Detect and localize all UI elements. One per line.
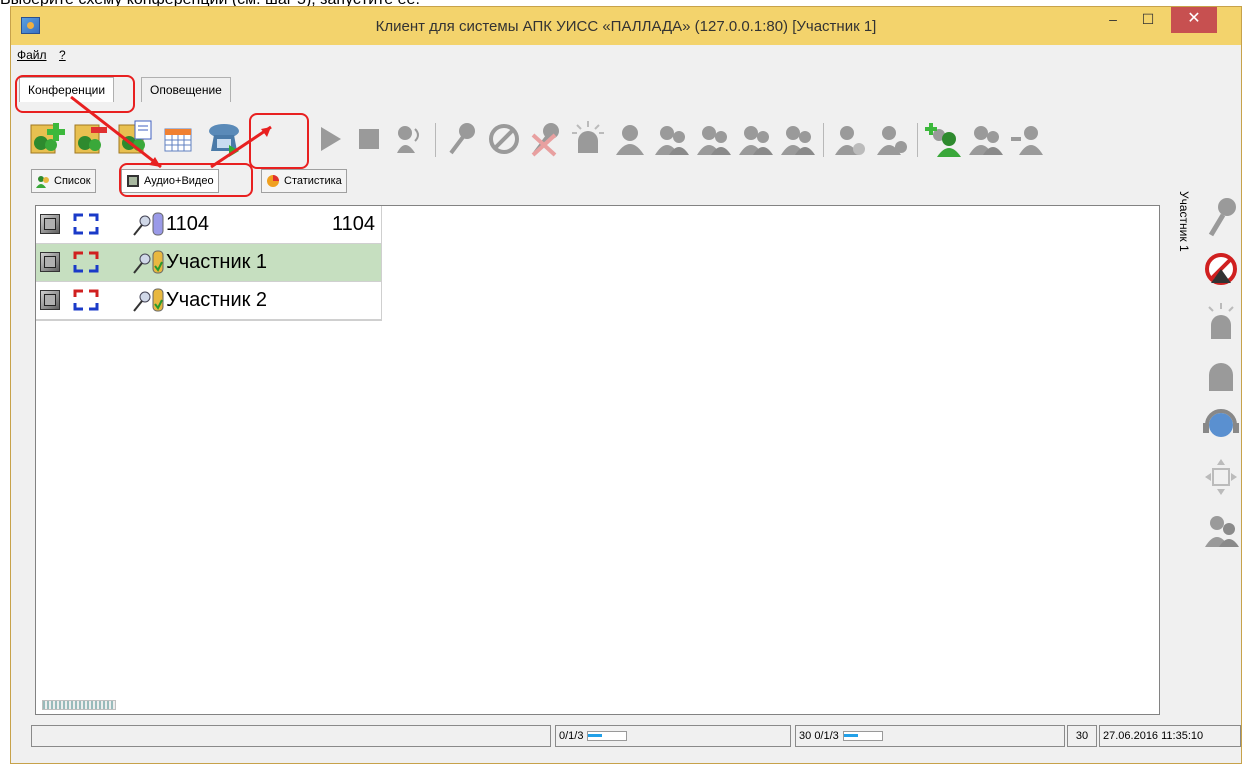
- mute-microphone-icon[interactable]: [527, 119, 565, 159]
- users-add-icon[interactable]: [695, 119, 733, 159]
- move-icon[interactable]: [1201, 455, 1241, 499]
- microphone-icon[interactable]: [132, 290, 152, 312]
- status-counter-2-text: 0/1/3: [814, 730, 839, 742]
- minimize-button[interactable]: –: [1098, 7, 1128, 33]
- add-conference-icon[interactable]: [27, 119, 65, 159]
- users-remove-icon[interactable]: [737, 119, 775, 159]
- stop-icon[interactable]: [351, 119, 389, 159]
- user-gray-icon[interactable]: [611, 119, 649, 159]
- table-row[interactable]: Участник 1: [36, 244, 381, 282]
- menu-file[interactable]: Файл: [17, 48, 47, 62]
- alarm-icon[interactable]: [1201, 299, 1241, 343]
- microphone-icon[interactable]: [132, 214, 152, 236]
- microphone-icon[interactable]: [132, 252, 152, 274]
- table-row[interactable]: Участник 2: [36, 282, 381, 320]
- user-active-icon[interactable]: [873, 119, 911, 159]
- horizontal-scrollbar[interactable]: [42, 700, 116, 710]
- menu-help[interactable]: ?: [59, 48, 66, 62]
- mute-icon[interactable]: [1201, 247, 1241, 291]
- participant-name: Участник 1: [166, 251, 268, 273]
- video-frame-icon: [73, 251, 99, 273]
- user-icon: [152, 288, 164, 312]
- video-toggle[interactable]: [40, 290, 60, 310]
- participants-icon[interactable]: [967, 119, 1005, 159]
- toolbar-separator: [435, 123, 436, 157]
- toolbar-separator: [917, 123, 918, 157]
- microphone-icon[interactable]: [1201, 195, 1241, 239]
- speaker-icon[interactable]: [391, 119, 429, 159]
- video-frame-icon: [73, 213, 99, 235]
- participant-number: 1104: [331, 213, 375, 235]
- app-window: Клиент для системы АПК УИСС «ПАЛЛАДА» (1…: [10, 6, 1242, 764]
- close-button[interactable]: ✕: [1171, 7, 1217, 33]
- users-icon: [36, 176, 49, 188]
- status-progress-2: [842, 731, 883, 742]
- maximize-button[interactable]: ☐: [1133, 7, 1163, 33]
- video-toggle[interactable]: [40, 252, 60, 272]
- users-cancel-icon[interactable]: [779, 119, 817, 159]
- status-bar: 0/1/3 30 0/1/3 30 27.06.2016 11:35:10: [31, 725, 1241, 751]
- status-value-1: 30: [799, 730, 812, 742]
- arrow-annotations: [70, 95, 272, 169]
- mute-all-icon[interactable]: [485, 119, 523, 159]
- title-bar: Клиент для системы АПК УИСС «ПАЛЛАДА» (1…: [11, 7, 1241, 45]
- participant-sidebar: Участник 1: [1165, 185, 1241, 715]
- sidebar-participant-label: Участник 1: [1177, 191, 1191, 252]
- user-gray-icon[interactable]: [1201, 351, 1241, 395]
- participant-name: Участник 2: [166, 289, 268, 311]
- status-counter-1-text: 0/1/3: [559, 730, 584, 742]
- remove-participant-icon[interactable]: [1009, 119, 1047, 159]
- play-icon[interactable]: [311, 119, 349, 159]
- window-title: Клиент для системы АПК УИСС «ПАЛЛАДА» (1…: [375, 18, 877, 35]
- status-datetime: 27.06.2016 11:35:10: [1099, 725, 1241, 747]
- user-icon: [152, 250, 164, 274]
- status-counter-2: 30 0/1/3: [795, 725, 1065, 747]
- participants-list: 1104 1104 Участник 1 Участник 2: [36, 206, 382, 321]
- status-value-2: 30: [1067, 725, 1097, 747]
- user-check-icon[interactable]: [831, 119, 869, 159]
- headset-icon[interactable]: [1201, 403, 1241, 447]
- user-icon: [152, 212, 164, 236]
- status-message: [31, 725, 551, 747]
- microphone-icon[interactable]: [443, 119, 481, 159]
- video-frame-icon: [73, 289, 99, 311]
- table-row[interactable]: 1104 1104: [36, 206, 381, 244]
- users-icon[interactable]: [1201, 507, 1241, 551]
- participants-panel: 1104 1104 Участник 1 Участник 2: [35, 205, 1160, 715]
- alarm-icon[interactable]: [569, 119, 607, 159]
- status-progress-1: [587, 731, 628, 742]
- users-group-icon[interactable]: [653, 119, 691, 159]
- add-participants-icon[interactable]: [925, 119, 963, 159]
- tab-statistics-label: Статистика: [284, 175, 342, 187]
- participant-name: 1104: [166, 213, 210, 235]
- video-toggle[interactable]: [40, 214, 60, 234]
- status-counter-1: 0/1/3: [555, 725, 791, 747]
- toolbar-separator: [823, 123, 824, 157]
